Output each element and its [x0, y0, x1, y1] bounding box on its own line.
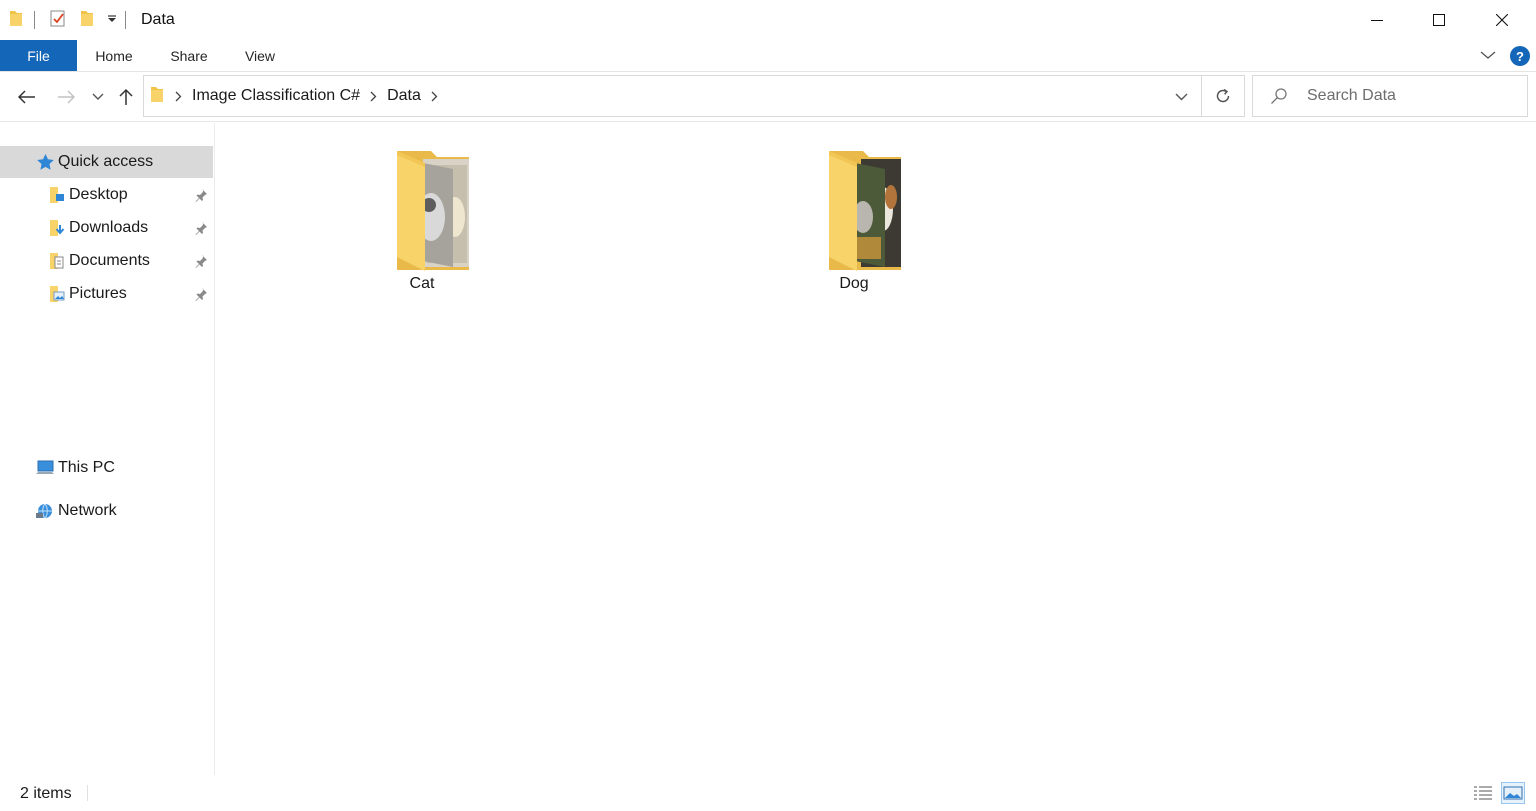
divider: [87, 785, 88, 801]
documents-folder-icon: [46, 251, 66, 271]
breadcrumb: Image Classification C# Data: [144, 76, 448, 116]
chevron-right-icon[interactable]: [370, 91, 377, 102]
breadcrumb-item[interactable]: Image Classification C#: [192, 87, 360, 105]
folder-name: Dog: [839, 275, 869, 292]
help-button[interactable]: ?: [1510, 46, 1530, 66]
pin-icon[interactable]: [194, 254, 208, 273]
maximize-button[interactable]: [1408, 0, 1470, 40]
sidebar-item-label: Downloads: [69, 219, 149, 236]
forward-button[interactable]: [54, 85, 78, 109]
window-title: Data: [141, 11, 175, 28]
sidebar-item-label: Desktop: [69, 186, 128, 203]
sidebar-item-label: Pictures: [69, 285, 127, 302]
divider: [125, 11, 126, 29]
cat-folder-icon: [379, 147, 479, 272]
computer-icon: [35, 458, 55, 478]
expand-ribbon-icon[interactable]: [1480, 47, 1496, 65]
folder-item-cat[interactable]: Cat: [357, 123, 487, 293]
sidebar-item-this-pc[interactable]: This PC: [0, 452, 213, 484]
sidebar-item-pictures[interactable]: Pictures: [0, 278, 213, 310]
sidebar-item-quick-access[interactable]: Quick access: [0, 146, 213, 178]
tab-file[interactable]: File: [0, 40, 77, 71]
ribbon-tabs: File Home Share View ?: [0, 40, 1536, 72]
dog-folder-icon: [811, 147, 911, 272]
tab-view[interactable]: View: [234, 40, 286, 71]
divider: [34, 11, 35, 29]
address-history-button[interactable]: [1171, 87, 1191, 107]
folder-icon: [8, 9, 24, 32]
folder-icon: [149, 85, 165, 108]
recent-locations-button[interactable]: [86, 85, 110, 109]
ribbon-controls: ?: [1480, 44, 1530, 68]
pictures-folder-icon: [46, 284, 66, 304]
navigation-bar: Image Classification C# Data: [0, 72, 1536, 122]
star-icon: [35, 152, 55, 172]
sidebar-item-label: Documents: [69, 252, 150, 269]
minimize-button[interactable]: [1346, 0, 1408, 40]
search-box[interactable]: [1252, 75, 1528, 117]
search-input[interactable]: [1307, 85, 1517, 107]
chevron-right-icon[interactable]: [175, 91, 182, 102]
pin-icon[interactable]: [194, 188, 208, 207]
sidebar-item-network[interactable]: Network: [0, 495, 213, 527]
status-bar: 2 items: [0, 776, 1536, 811]
search-icon: [1270, 87, 1288, 110]
folder-item-dog[interactable]: Dog: [789, 123, 919, 293]
sidebar-item-desktop[interactable]: Desktop: [0, 179, 213, 211]
sidebar-item-label: Network: [58, 502, 117, 519]
pin-icon[interactable]: [194, 221, 208, 240]
breadcrumb-item[interactable]: Data: [387, 87, 421, 105]
file-list: Cat Dog: [216, 123, 1536, 775]
folder-name: Cat: [409, 275, 435, 292]
title-bar: Data: [0, 0, 1536, 40]
refresh-button[interactable]: [1202, 75, 1245, 117]
sidebar-item-label: Quick access: [58, 153, 154, 170]
sidebar-item-documents[interactable]: Documents: [0, 245, 213, 277]
back-button[interactable]: [15, 85, 39, 109]
customize-toolbar-icon[interactable]: [107, 11, 117, 29]
properties-icon[interactable]: [49, 8, 67, 33]
item-count: 2 items: [20, 785, 72, 802]
desktop-folder-icon: [46, 185, 66, 205]
details-view-button[interactable]: [1471, 782, 1495, 804]
close-button[interactable]: [1471, 0, 1533, 40]
network-icon: [35, 501, 55, 521]
new-folder-icon[interactable]: [79, 9, 95, 32]
chevron-right-icon[interactable]: [431, 91, 438, 102]
tab-home[interactable]: Home: [84, 40, 144, 71]
downloads-folder-icon: [46, 218, 66, 238]
up-button[interactable]: [114, 85, 138, 109]
quick-access-toolbar: [8, 8, 136, 32]
pin-icon[interactable]: [194, 287, 208, 306]
large-icons-view-button[interactable]: [1501, 782, 1525, 804]
sidebar-item-downloads[interactable]: Downloads: [0, 212, 213, 244]
tab-share[interactable]: Share: [160, 40, 218, 71]
sidebar-item-label: This PC: [58, 459, 115, 476]
navigation-pane: Quick access Desktop Downloads Documents…: [0, 123, 215, 775]
address-bar[interactable]: Image Classification C# Data: [143, 75, 1202, 117]
